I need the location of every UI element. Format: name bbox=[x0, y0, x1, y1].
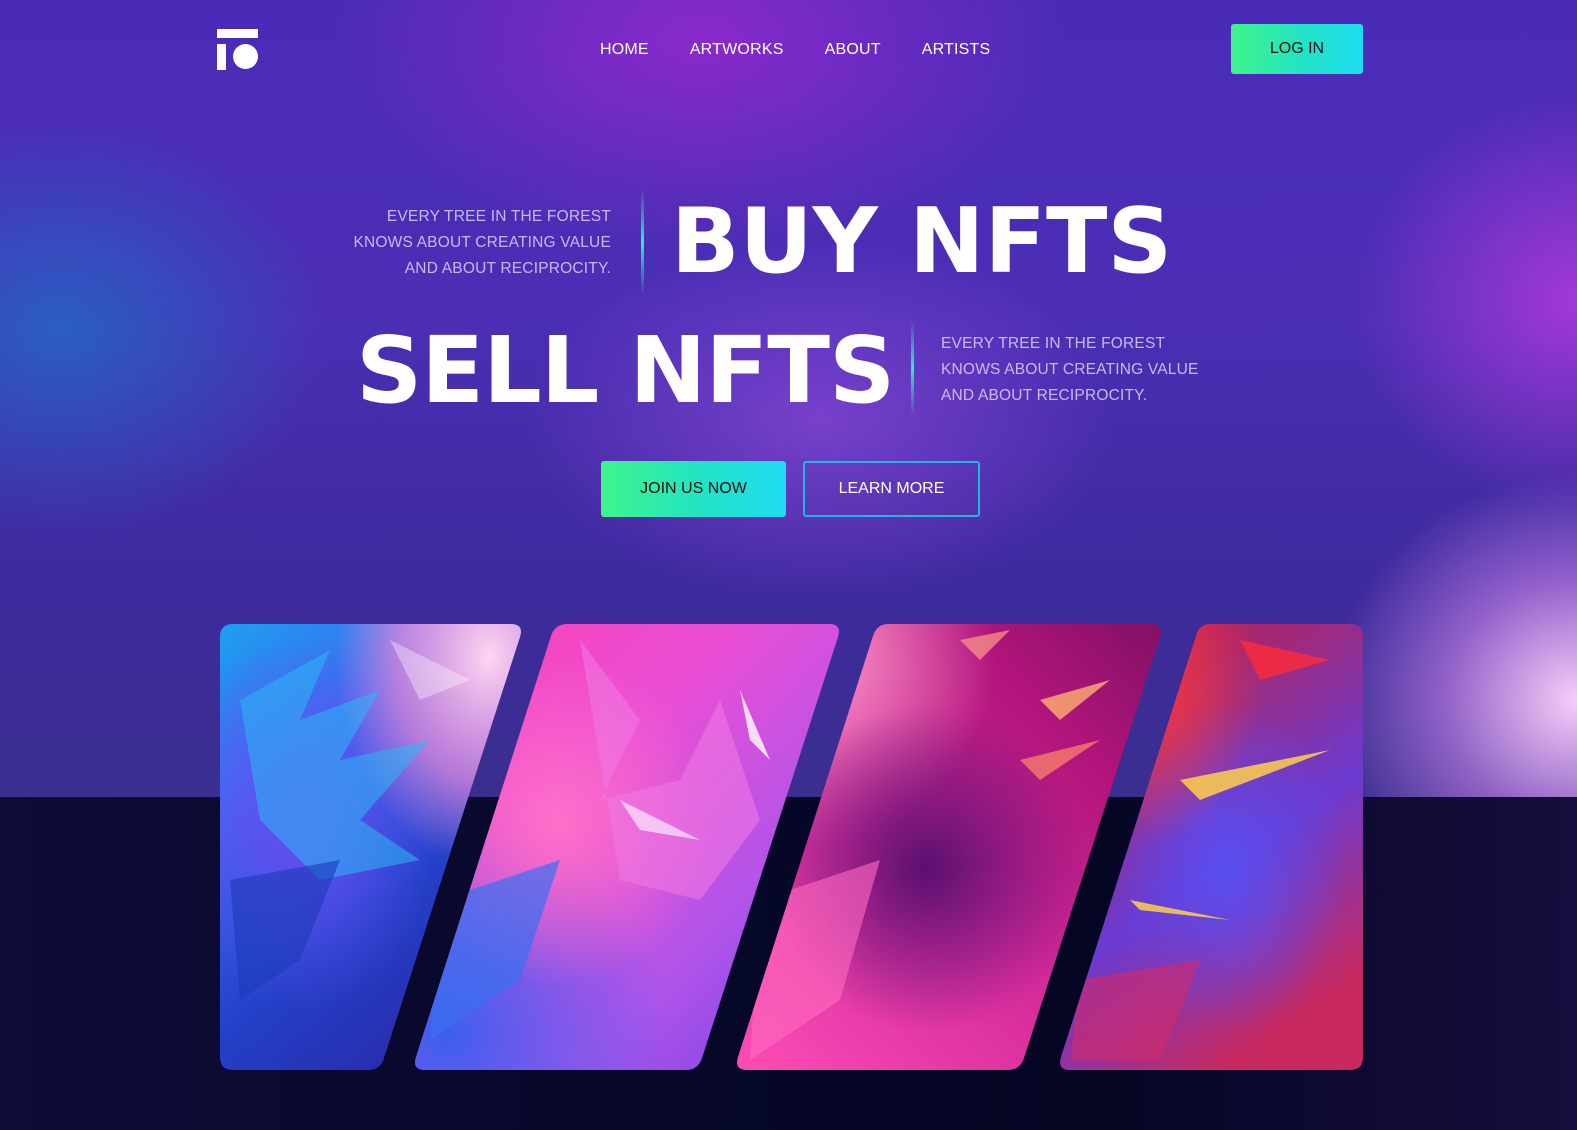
nav-artworks[interactable]: ARTWORKS bbox=[690, 41, 784, 59]
brand-logo-icon[interactable] bbox=[217, 29, 258, 70]
tagline-top-line: KNOWS ABOUT CREATING VALUE bbox=[353, 234, 611, 251]
nav-home[interactable]: HOME bbox=[600, 41, 649, 59]
login-button[interactable]: LOG IN bbox=[1231, 24, 1363, 74]
headline-buy: BUY NFTS bbox=[671, 189, 1173, 294]
accent-divider bbox=[911, 320, 914, 416]
headline-sell: SELL NFTS bbox=[356, 317, 895, 424]
main-nav: HOME ARTWORKS ABOUT ARTISTS bbox=[600, 38, 990, 62]
logo-bar bbox=[217, 29, 258, 38]
tagline-bottom: EVERY TREE IN THE FOREST KNOWS ABOUT CRE… bbox=[941, 331, 1241, 409]
accent-divider bbox=[641, 188, 644, 296]
tagline-bottom-line: AND ABOUT RECIPROCITY. bbox=[941, 387, 1148, 404]
tagline-top: EVERY TREE IN THE FOREST KNOWS ABOUT CRE… bbox=[330, 204, 611, 282]
tagline-bottom-line: EVERY TREE IN THE FOREST bbox=[941, 335, 1166, 352]
nav-artists[interactable]: ARTISTS bbox=[922, 41, 991, 59]
join-us-button[interactable]: JOIN US NOW bbox=[601, 461, 786, 517]
tagline-top-line: EVERY TREE IN THE FOREST bbox=[386, 208, 611, 225]
logo-dot bbox=[233, 44, 258, 69]
tagline-bottom-line: KNOWS ABOUT CREATING VALUE bbox=[941, 361, 1199, 378]
learn-more-button[interactable]: LEARN MORE bbox=[803, 461, 980, 517]
tagline-top-line: AND ABOUT RECIPROCITY. bbox=[404, 260, 611, 277]
nav-about[interactable]: ABOUT bbox=[825, 41, 881, 59]
logo-stem bbox=[217, 44, 226, 70]
